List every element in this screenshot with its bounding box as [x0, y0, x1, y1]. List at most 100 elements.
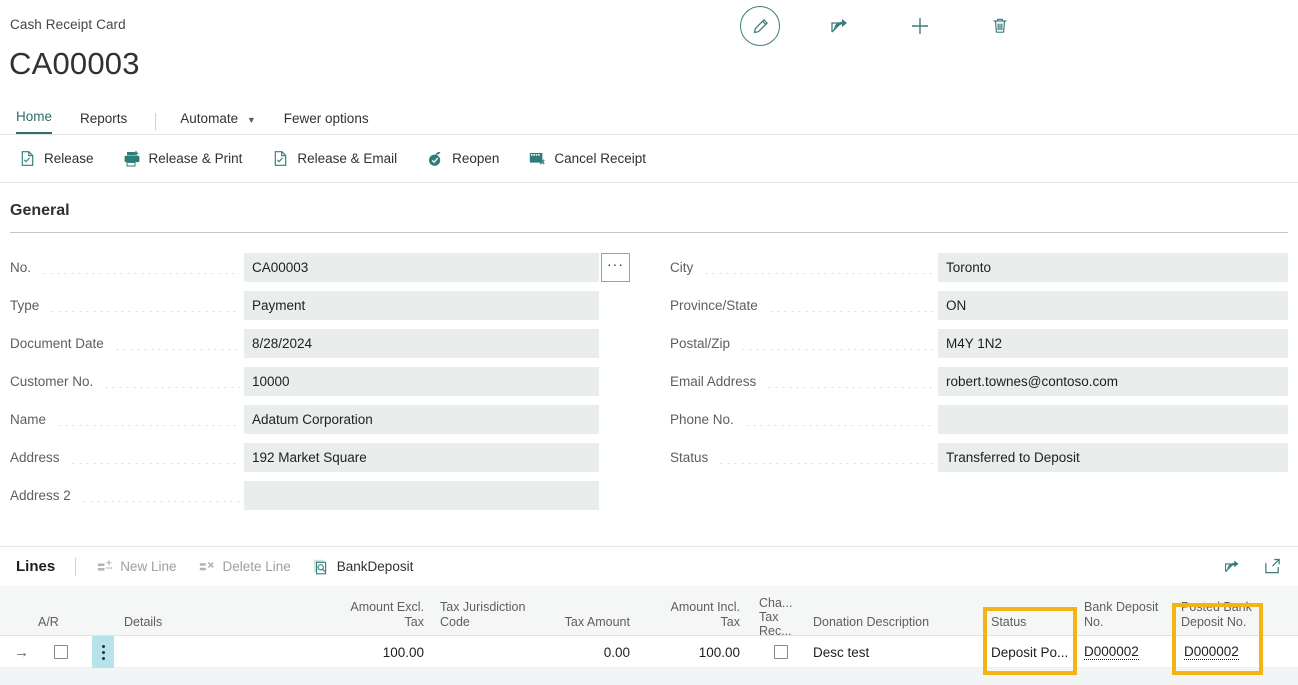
menu-divider [155, 113, 156, 130]
share-icon [829, 15, 851, 37]
leader-dots [766, 375, 934, 388]
field-type-label: Type [10, 298, 45, 313]
table-row[interactable]: → 100.00 0.00 100.00 Desc test [0, 636, 1298, 668]
release-and-email-button[interactable]: Release & Email [271, 150, 397, 168]
field-document-date-input[interactable]: 8/28/2024 [244, 329, 599, 358]
field-name: Name Adatum Corporation [10, 400, 630, 438]
cell-tax-jurisdiction-code[interactable] [440, 636, 530, 668]
lines-right-icons [1222, 556, 1282, 576]
col-header-amount-incl-tax[interactable]: Amount Incl. Tax [655, 600, 740, 630]
field-type: Type Payment [10, 286, 630, 324]
new-button[interactable] [900, 6, 940, 46]
field-no-input[interactable]: CA00003 [244, 253, 599, 282]
field-city-input[interactable]: Toronto [938, 253, 1288, 282]
delete-button[interactable] [980, 6, 1020, 46]
field-address-2-label: Address 2 [10, 488, 77, 503]
posted-bank-deposit-no-link[interactable]: D000002 [1184, 644, 1239, 660]
field-customer-no: Customer No. 10000 [10, 362, 630, 400]
plus-icon [908, 14, 932, 38]
field-name-input[interactable]: Adatum Corporation [244, 405, 599, 434]
cancel-receipt-button[interactable]: Cancel Receipt [528, 150, 646, 168]
chevron-down-icon: ▼ [247, 115, 256, 125]
col-header-cha-tax-rec[interactable]: Cha... Tax Rec... [759, 596, 793, 638]
bank-deposit-icon [313, 558, 330, 575]
field-address-label: Address [10, 450, 66, 465]
bank-deposit-button-label: BankDeposit [337, 559, 414, 574]
field-customer-no-input[interactable]: 10000 [244, 367, 599, 396]
bank-deposit-button[interactable]: BankDeposit [313, 558, 414, 575]
field-province-state-input[interactable]: ON [938, 291, 1288, 320]
cell-status[interactable]: Deposit Po... [991, 636, 1068, 668]
field-status-input[interactable]: Transferred to Deposit [938, 443, 1288, 472]
row-menu-button[interactable] [92, 636, 114, 668]
cell-bank-deposit-no[interactable]: D000002 [1084, 636, 1139, 668]
lines-section: Lines New Line [0, 546, 1298, 685]
general-section-divider [10, 232, 1288, 233]
col-header-tax-jurisdiction-code[interactable]: Tax Jurisdiction Code [440, 600, 530, 630]
menu-item-home-label: Home [16, 109, 52, 124]
menu-item-home[interactable]: Home [16, 109, 52, 134]
cell-cha-tax-rec[interactable] [774, 636, 788, 668]
general-right-column: City Toronto Province/State ON Postal/Zi… [670, 248, 1288, 476]
share-icon[interactable] [1222, 556, 1242, 576]
row-select-checkbox[interactable] [54, 636, 68, 668]
cell-amount-excl-tax[interactable]: 100.00 [330, 636, 424, 668]
col-header-ar[interactable]: A/R [38, 615, 59, 630]
menu-item-automate-label: Automate [180, 111, 238, 126]
field-customer-no-label: Customer No. [10, 374, 99, 389]
cell-donation-description[interactable]: Desc test [813, 636, 869, 668]
lines-table-header: A/R Details Amount Excl. Tax Tax Jurisdi… [0, 586, 1298, 636]
release-and-print-button[interactable]: Release & Print [123, 150, 243, 168]
cell-amount-incl-tax[interactable]: 100.00 [655, 636, 740, 668]
delete-line-button-label: Delete Line [222, 559, 290, 574]
field-email-address-input[interactable]: robert.townes@contoso.com [938, 367, 1288, 396]
menu-item-reports[interactable]: Reports [80, 111, 127, 134]
printer-icon [123, 150, 141, 168]
field-no: No. CA00003 ··· [10, 248, 630, 286]
field-address-2-input[interactable] [244, 481, 599, 510]
menu-item-automate[interactable]: Automate ▼ [180, 111, 255, 134]
field-phone-no-input[interactable] [938, 405, 1288, 434]
field-name-label: Name [10, 412, 52, 427]
field-address-input[interactable]: 192 Market Square [244, 443, 599, 472]
reopen-button-label: Reopen [452, 151, 499, 166]
delete-line-button[interactable]: Delete Line [198, 558, 290, 575]
leader-dots [768, 299, 934, 312]
release-button[interactable]: Release [18, 150, 94, 168]
col-header-donation-description[interactable]: Donation Description [813, 615, 929, 630]
edit-button[interactable] [740, 6, 780, 46]
col-header-details[interactable]: Details [124, 615, 162, 630]
arrow-right-icon: → [14, 644, 29, 661]
field-no-lookup-button[interactable]: ··· [601, 253, 630, 282]
share-button[interactable] [820, 6, 860, 46]
lines-table: A/R Details Amount Excl. Tax Tax Jurisdi… [0, 586, 1298, 685]
field-email-address-label: Email Address [670, 374, 762, 389]
col-header-tax-amount[interactable]: Tax Amount [545, 615, 630, 630]
delete-line-icon [198, 558, 215, 575]
release-button-label: Release [44, 151, 94, 166]
field-type-input[interactable]: Payment [244, 291, 599, 320]
breadcrumb: Cash Receipt Card [10, 17, 126, 32]
reopen-button[interactable]: Reopen [426, 150, 499, 168]
cell-posted-bank-deposit-no[interactable]: D000002 [1184, 636, 1239, 668]
field-phone-no: Phone No. [670, 400, 1288, 438]
menu-item-fewer-options[interactable]: Fewer options [284, 111, 369, 134]
general-left-column: No. CA00003 ··· Type Payment Document Da… [10, 248, 630, 514]
field-postal-zip-input[interactable]: M4Y 1N2 [938, 329, 1288, 358]
field-no-label: No. [10, 260, 37, 275]
open-in-new-window-icon[interactable] [1262, 556, 1282, 576]
field-email-address: Email Address robert.townes@contoso.com [670, 362, 1288, 400]
cell-tax-amount[interactable]: 0.00 [545, 636, 630, 668]
col-header-amount-excl-tax[interactable]: Amount Excl. Tax [340, 600, 424, 630]
field-city: City Toronto [670, 248, 1288, 286]
col-header-bank-deposit-no[interactable]: Bank Deposit No. [1084, 600, 1164, 630]
bank-deposit-no-link[interactable]: D000002 [1084, 644, 1139, 660]
leader-dots [49, 299, 240, 312]
release-email-icon [271, 150, 289, 168]
col-header-posted-bank-deposit-no[interactable]: Posted Bank Deposit No. [1181, 600, 1259, 630]
new-line-button[interactable]: New Line [96, 558, 176, 575]
field-status-label: Status [670, 450, 714, 465]
col-header-status[interactable]: Status [991, 615, 1026, 630]
checkbox-icon [774, 645, 788, 659]
field-phone-no-label: Phone No. [670, 412, 740, 427]
